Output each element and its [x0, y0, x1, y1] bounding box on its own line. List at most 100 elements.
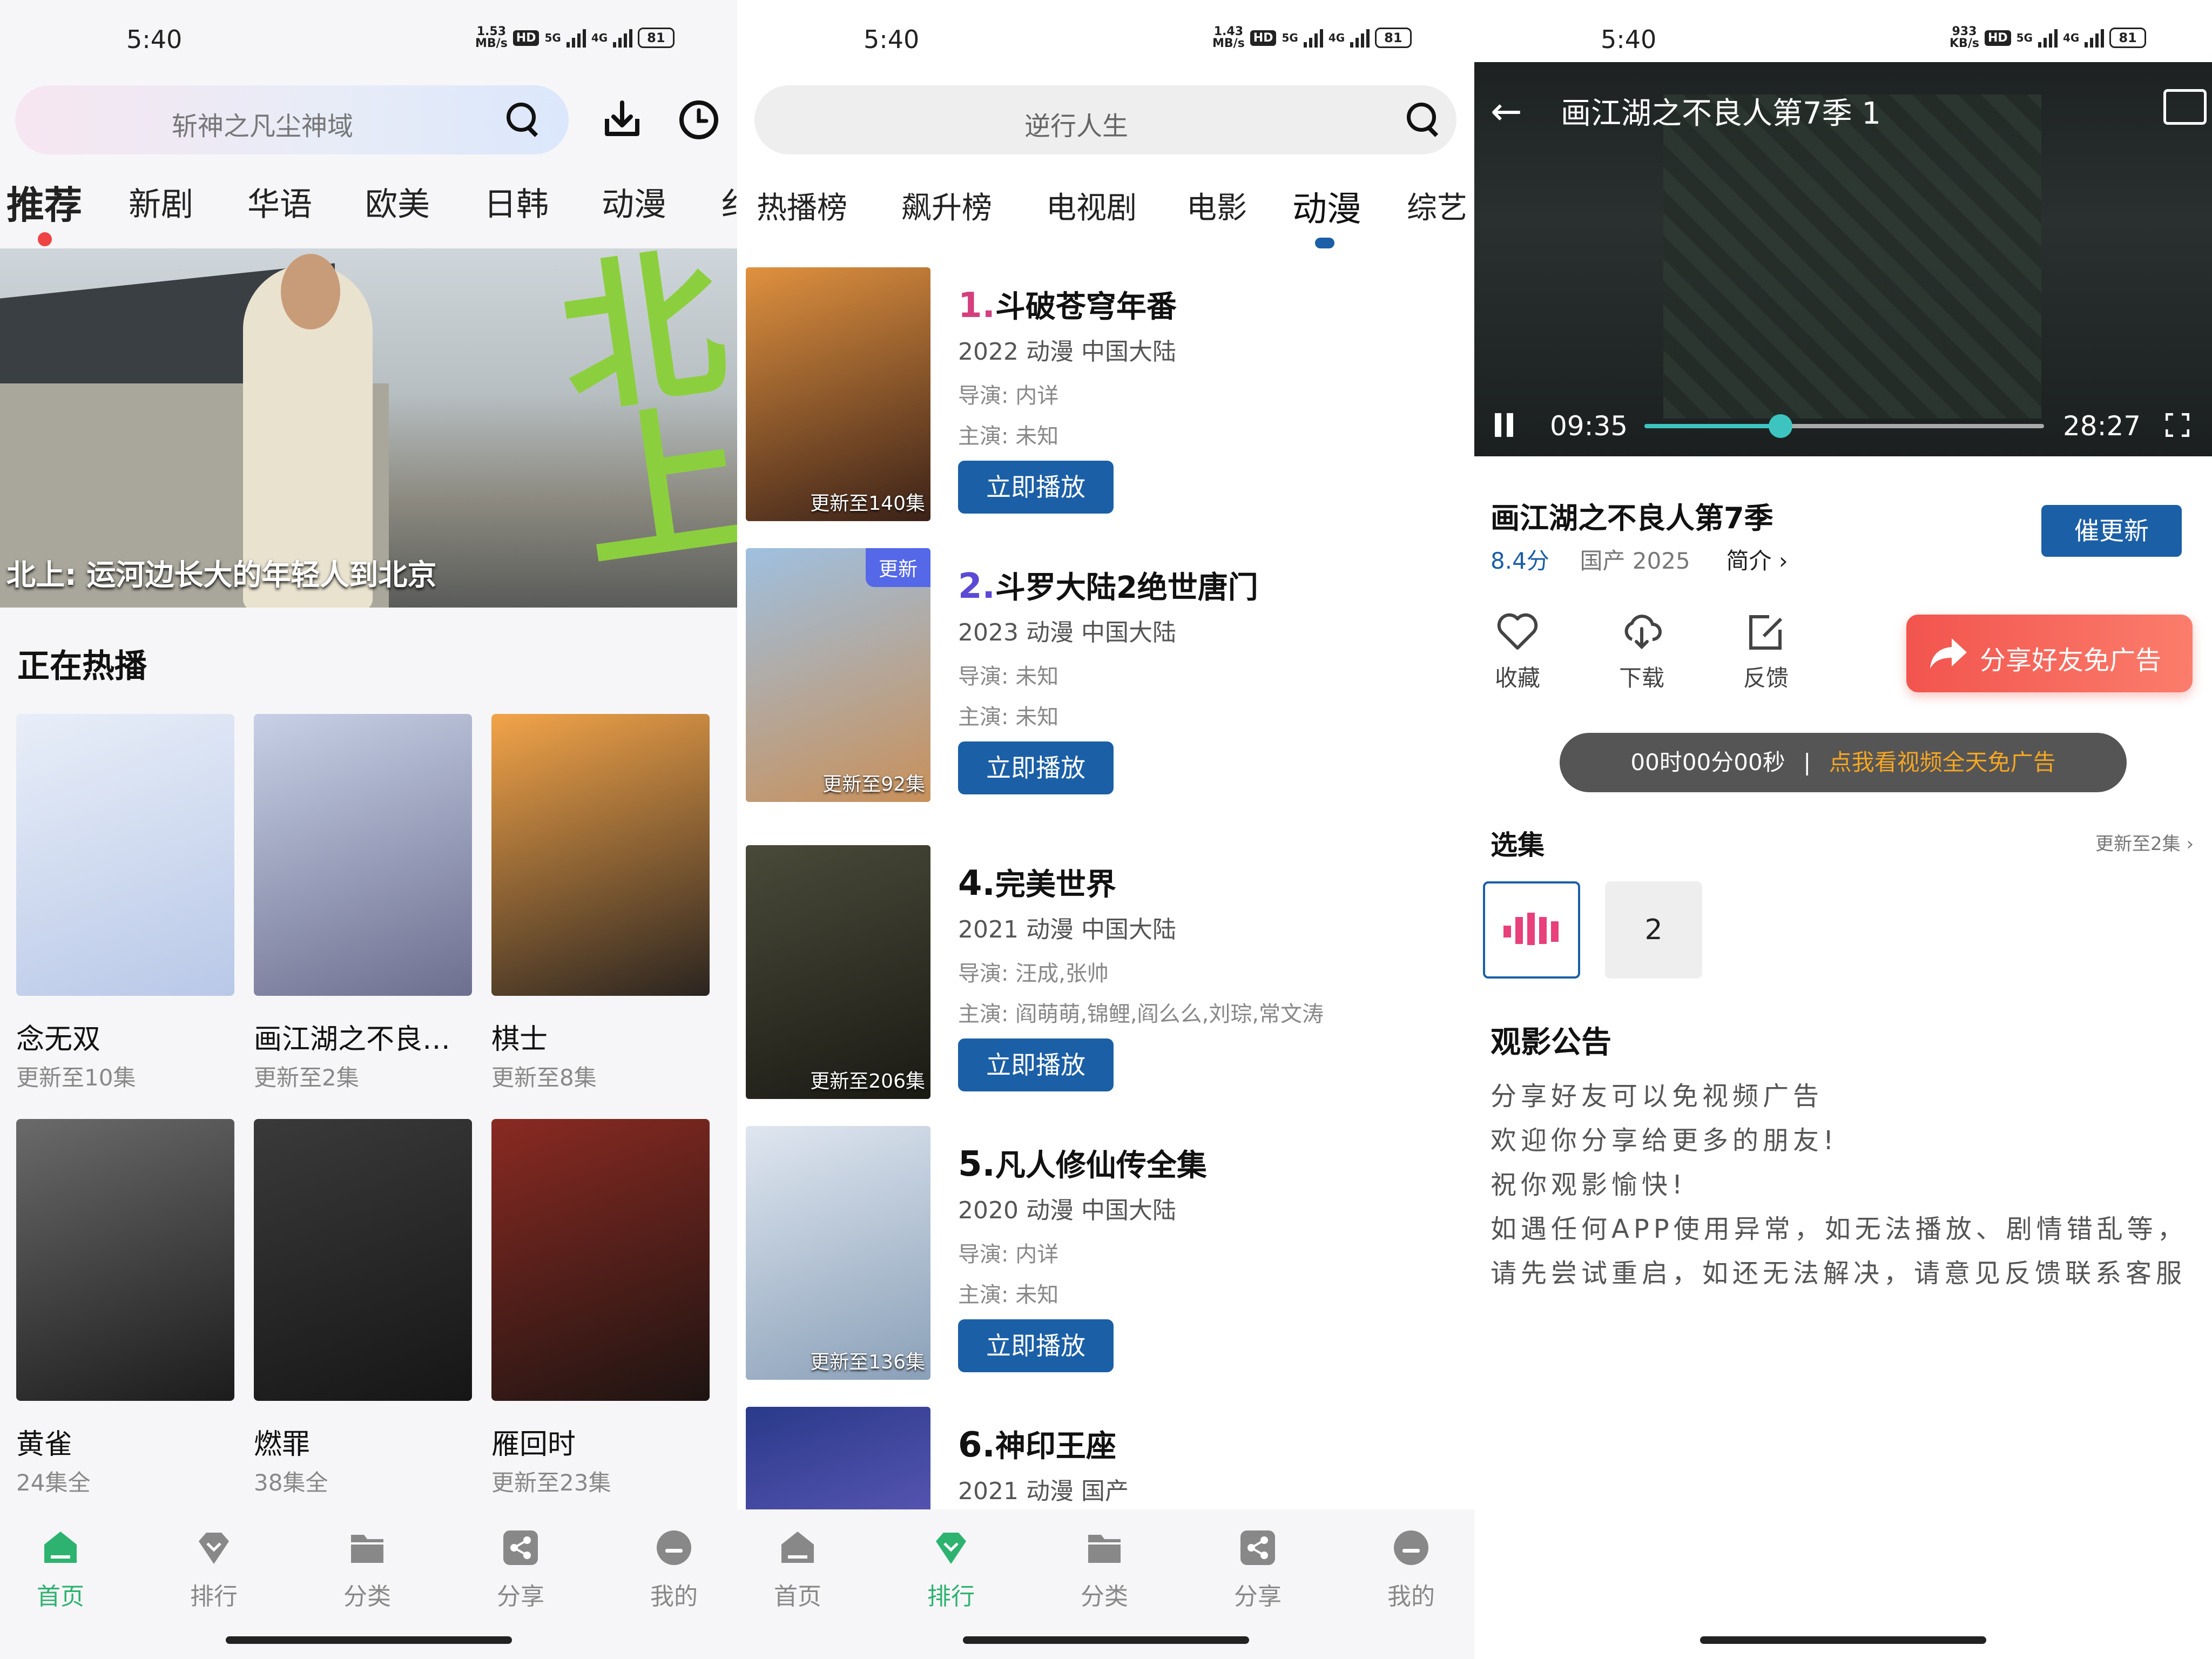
notice-line: 分享好友可以免视频广告 [1491, 1081, 1824, 1111]
intro-link[interactable]: 简介 › [1726, 548, 1788, 574]
folder-icon [348, 1528, 387, 1567]
tab-variety[interactable]: 综艺 [1407, 184, 1467, 227]
tab-rising[interactable]: 飙升榜 [901, 184, 992, 227]
nav-mine[interactable]: 我的 [1357, 1528, 1465, 1611]
poster-title: 黄雀 [16, 1428, 73, 1461]
rank-tabs: 热播榜 飙升榜 电视剧 电影 动漫 综艺 [737, 184, 1474, 243]
favorite-button[interactable]: 收藏 [1474, 610, 1561, 693]
nav-mine[interactable]: 我的 [620, 1528, 728, 1611]
rank-director: 导演: 汪成,张帅 [958, 961, 1109, 986]
rank-number: 5. [958, 1144, 995, 1184]
back-arrow-icon[interactable]: ← [1491, 89, 1522, 133]
video-title: 画江湖之不良人第7季 1 [1561, 96, 1881, 131]
watch-ad-link[interactable]: 点我看视频全天免广告 [1829, 749, 2056, 775]
gesture-bar [963, 1636, 1249, 1644]
notice-line: 祝你观影愉快! [1491, 1170, 1687, 1200]
playing-bars-icon [1503, 913, 1559, 945]
nav-home[interactable]: 首页 [744, 1528, 852, 1611]
request-update-button[interactable]: 催更新 [2041, 505, 2182, 557]
download-icon[interactable] [599, 97, 645, 143]
nav-share[interactable]: 分享 [467, 1528, 575, 1611]
nav-rank[interactable]: 排行 [897, 1528, 1005, 1611]
play-now-button[interactable]: 立即播放 [958, 461, 1114, 514]
episode-1-playing[interactable] [1483, 881, 1580, 979]
episode-badge: 更新至140集 [810, 493, 925, 515]
status-bar: 5:40 1.53 MB/s HD 5G 4G 81 [0, 0, 737, 65]
rank-poster[interactable]: 更新至136集 [746, 1126, 930, 1380]
rank-number: 4. [958, 864, 995, 903]
rank-meta: 2021 动漫 中国大陆 [958, 916, 1176, 943]
poster-subtitle: 更新至23集 [491, 1469, 611, 1496]
folder-icon [1085, 1528, 1124, 1567]
signal-icon [613, 28, 633, 48]
rank-item[interactable]: 更新至206集 4.完美世界 2021 动漫 中国大陆 导演: 汪成,张帅 主演: 阎萌… [746, 845, 1464, 1099]
nav-home[interactable]: 首页 [6, 1528, 114, 1611]
feedback-button[interactable]: 反馈 [1723, 610, 1809, 693]
nav-category[interactable]: 分类 [313, 1528, 421, 1611]
rank-poster[interactable]: 更新至206集 [746, 845, 930, 1099]
tab-japan-korea[interactable]: 日韩 [484, 178, 549, 225]
rank-poster[interactable]: 更新 更新至92集 [746, 548, 930, 802]
search-icon[interactable] [507, 103, 539, 137]
rank-screen: 5:40 1.43 MB/s HD 5G 4G 81 逆行人生 热播榜 飙升榜 电… [737, 0, 1474, 1659]
rank-director: 导演: 内详 [958, 383, 1059, 408]
rank-poster[interactable]: 更新至140集 [746, 267, 930, 521]
rank-item[interactable]: 更新至136集 5.凡人修仙传全集 2020 动漫 中国大陆 导演: 内详 主演: 未知… [746, 1126, 1464, 1380]
cast-screen-icon[interactable] [2163, 89, 2207, 125]
tab-variety[interactable]: 纟 [720, 178, 737, 225]
fullscreen-icon[interactable] [2165, 413, 2190, 437]
pause-icon[interactable] [1495, 413, 1516, 437]
poster-image[interactable] [16, 714, 234, 996]
poster-image[interactable] [254, 1119, 472, 1401]
signal-icon [566, 28, 586, 48]
episode-badge: 更新至136集 [810, 1351, 925, 1373]
tab-anime[interactable]: 动漫 [602, 178, 666, 225]
tab-anime[interactable]: 动漫 [1292, 181, 1361, 231]
network-speed: 933 KB/s [1950, 25, 1979, 50]
play-now-button[interactable]: 立即播放 [958, 741, 1114, 794]
active-tab-indicator [1315, 238, 1334, 248]
video-player[interactable]: ← 画江湖之不良人第7季 1 09:35 28:27 [1474, 62, 2212, 456]
gesture-bar [1700, 1636, 1986, 1644]
tab-chinese[interactable]: 华语 [247, 178, 312, 225]
play-now-button[interactable]: 立即播放 [958, 1319, 1114, 1372]
tab-tv[interactable]: 电视剧 [1046, 184, 1137, 227]
rank-number: 1. [958, 286, 995, 326]
progress-slider[interactable] [1644, 414, 2044, 438]
edit-icon [1744, 610, 1788, 653]
nav-share[interactable]: 分享 [1204, 1528, 1312, 1611]
rank-title: 6.神印王座 [958, 1425, 1116, 1465]
hd-badge: HD [512, 30, 539, 46]
poster-image[interactable] [16, 1119, 234, 1401]
tab-new[interactable]: 新剧 [129, 178, 193, 225]
search-input[interactable]: 逆行人生 [754, 85, 1456, 154]
search-placeholder: 斩神之凡尘神域 [172, 111, 354, 141]
rank-item[interactable]: 更新至140集 1.斗破苍穹年番 2022 动漫 中国大陆 导演: 内详 主演: 未知立… [746, 267, 1464, 521]
poster-image[interactable] [491, 1119, 710, 1401]
poster-image[interactable] [491, 714, 710, 996]
nav-category[interactable]: 分类 [1050, 1528, 1158, 1611]
rank-cast: 主演: 阎萌萌,锦鲤,阎么么,刘琮,常文涛 [958, 1002, 1324, 1027]
episodes-update-link[interactable]: 更新至2集 › [2095, 829, 2194, 855]
search-input[interactable]: 斩神之凡尘神域 [15, 85, 569, 154]
history-icon[interactable] [676, 97, 721, 143]
poster-image[interactable] [254, 714, 472, 996]
nav-rank[interactable]: 排行 [160, 1528, 268, 1611]
search-icon[interactable] [1407, 103, 1439, 137]
tab-hot[interactable]: 热播榜 [757, 184, 847, 227]
download-button[interactable]: 下载 [1599, 610, 1685, 693]
episode-2[interactable]: 2 [1605, 881, 1702, 979]
rank-director: 导演: 未知 [958, 664, 1059, 689]
watch-ad-bar[interactable]: 00时00分00秒 | 点我看视频全天免广告 [1560, 733, 2127, 792]
tab-western[interactable]: 欧美 [365, 178, 430, 225]
tab-recommend[interactable]: 推荐 [6, 175, 82, 230]
rank-cast: 主演: 未知 [958, 705, 1059, 730]
progress-handle[interactable] [1768, 414, 1792, 438]
update-tag: 更新 [865, 548, 930, 587]
rank-item[interactable]: 更新 更新至92集 2.斗罗大陆2绝世唐门 2023 动漫 中国大陆 导演: 未知 主演:… [746, 548, 1464, 802]
poster-title: 雁回时 [491, 1428, 576, 1461]
hero-banner[interactable]: 北上 北上: 运河边长大的年轻人到北京 [0, 248, 737, 608]
play-now-button[interactable]: 立即播放 [958, 1038, 1114, 1091]
share-no-ads-button[interactable]: 分享好友免广告 [1906, 615, 2193, 692]
tab-movie[interactable]: 电影 [1186, 184, 1247, 227]
